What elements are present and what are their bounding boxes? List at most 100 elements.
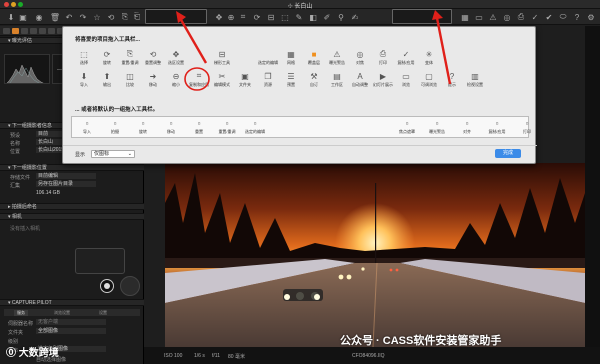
toolbar-item[interactable]: ⬇ 导入 bbox=[73, 71, 95, 91]
focus-icon[interactable]: ◎ bbox=[502, 12, 512, 22]
picker-icon[interactable]: ✐ bbox=[322, 12, 332, 22]
pan-icon[interactable]: ✥ bbox=[214, 12, 224, 22]
reset-icon[interactable]: ⟲ bbox=[106, 12, 116, 22]
copy-icon[interactable]: ⎘ bbox=[120, 12, 130, 22]
toolbar-item[interactable]: ⚒ 自订 bbox=[303, 71, 325, 91]
archive-select[interactable]: 另存在图片目录 bbox=[36, 181, 96, 187]
copy-apply-icon[interactable]: ✓ bbox=[530, 12, 540, 22]
toolbar-item[interactable]: ✳ 变体 bbox=[418, 49, 440, 69]
toolbar-item[interactable]: ▣ 文件夹 bbox=[234, 71, 256, 91]
folder-icon[interactable]: ▣ bbox=[18, 12, 28, 22]
toolbar-item[interactable]: ▥ 检视设置 bbox=[464, 71, 486, 91]
default-item-label: 导入 bbox=[83, 129, 91, 134]
viewer-icon[interactable]: ▭ bbox=[474, 12, 484, 22]
apply-icon[interactable]: ✔ bbox=[544, 12, 554, 22]
warning-icon[interactable]: ⚠ bbox=[488, 12, 498, 22]
toolbar-item[interactable]: ⊟ 梯形工具 bbox=[211, 49, 233, 69]
toolbar-item[interactable]: ☰ 预置 bbox=[280, 71, 302, 91]
toolbar-item[interactable]: ⌗ 复制和应用 bbox=[188, 71, 210, 91]
settings-icon[interactable]: ⚙ bbox=[586, 12, 596, 22]
print-icon[interactable]: ⎙ bbox=[516, 12, 526, 22]
undo-icon[interactable]: ↶ bbox=[64, 12, 74, 22]
section-next-location[interactable]: ▾ 下一组摄影位置 bbox=[0, 164, 144, 171]
section-camera[interactable]: ▾ 相机 bbox=[0, 213, 144, 220]
toolbar-item[interactable]: ▢ 可调浏览 bbox=[418, 71, 440, 91]
server-field[interactable]: 无客户端 bbox=[36, 319, 106, 325]
wb-picker-icon[interactable]: ⚲ bbox=[336, 12, 346, 22]
tab-capture[interactable] bbox=[12, 28, 19, 34]
toolbar-item-label: 选定的编辑 bbox=[258, 60, 278, 65]
toolbar-item[interactable]: ▶ 幻灯片展示 bbox=[372, 71, 394, 91]
help-icon[interactable]: ? bbox=[572, 12, 582, 22]
toolbar-item[interactable]: ✂ 编辑模式 bbox=[211, 71, 233, 91]
toolbar-item[interactable]: ❐ 资源 bbox=[257, 71, 279, 91]
keystone-icon: ⊟ bbox=[218, 49, 226, 59]
toolbar-item[interactable]: ◎ 对焦 bbox=[349, 49, 371, 69]
pilot-tab-browse[interactable]: 浏览设置 bbox=[54, 310, 70, 316]
zoom-icon[interactable]: ⊕ bbox=[226, 12, 236, 22]
tab-exposure[interactable] bbox=[39, 28, 46, 34]
toolbar-item[interactable]: ⟳ 旋转 bbox=[96, 49, 118, 69]
tab-color[interactable] bbox=[30, 28, 37, 34]
tab-details[interactable] bbox=[48, 28, 55, 34]
pilot-tab-server[interactable]: 服务 bbox=[14, 310, 28, 316]
edit-mode-icon: ✂ bbox=[218, 71, 226, 81]
pilot-tab-settings[interactable]: 设置 bbox=[99, 310, 107, 316]
capture-icon[interactable]: ◉ bbox=[34, 12, 44, 22]
import-icon[interactable]: ⬇ bbox=[6, 12, 16, 22]
default-toolbar-item: ▫ 曝光警告 bbox=[426, 118, 448, 138]
toolbar-item[interactable]: A 自动调整 bbox=[349, 71, 371, 91]
toolbar-item[interactable]: ✥ 选区设置 bbox=[165, 49, 187, 69]
show-mode-value: 仅图标 bbox=[94, 151, 110, 157]
crop-icon[interactable]: ⌗ bbox=[238, 12, 248, 22]
toolbar-drop-slot-right[interactable] bbox=[392, 9, 452, 24]
default-item-label: 焦点遮罩 bbox=[399, 129, 415, 134]
toolbar-item[interactable]: ⎙ 打印 bbox=[372, 49, 394, 69]
toolbar-item[interactable]: ⬚ 选择 bbox=[73, 49, 95, 69]
toolbar-item[interactable]: ◫ 比较 bbox=[119, 71, 141, 91]
grid-view-icon[interactable]: ▦ bbox=[460, 12, 470, 22]
rotate-icon[interactable]: ⟳ bbox=[252, 12, 262, 22]
toolbar-item[interactable]: ▦ 网格 bbox=[280, 49, 302, 69]
toolbar-item[interactable]: ▤ 工作区 bbox=[326, 71, 348, 91]
reset-adjust-icon: ⟲ bbox=[149, 49, 157, 59]
tab-lens[interactable] bbox=[21, 28, 28, 34]
default-toolbar-item: ▫ 焦点遮罩 bbox=[396, 118, 418, 138]
tab-library[interactable] bbox=[3, 28, 10, 34]
store-select[interactable]: 目前编辑 bbox=[36, 173, 96, 179]
toolbar-drop-slot-left[interactable] bbox=[145, 9, 207, 24]
annotate-icon[interactable]: ✍ bbox=[350, 12, 360, 22]
star-icon[interactable]: ☆ bbox=[92, 12, 102, 22]
keystone-icon[interactable]: ⊟ bbox=[266, 12, 276, 22]
show-mode-select[interactable]: 仅图标 ⌄ bbox=[91, 150, 135, 158]
toolbar-item[interactable]: ■ 覆盖层 bbox=[303, 49, 325, 69]
select-tool-icon[interactable]: ⬚ bbox=[280, 12, 290, 22]
file-select[interactable]: 全部图像 bbox=[36, 328, 106, 334]
section-capture-pilot[interactable]: ▾ CAPTURE PILOT bbox=[0, 299, 144, 306]
capture-button[interactable] bbox=[100, 279, 114, 293]
default-toolbar-set[interactable]: ▫ 导入 ▫ 拍摄 ▫ 旋转 ▫ 移动 ▫ 重置 ▫ 重置/重调 ▫ 选定的编辑 ▫ 焦点遮罩 ▫ 曝光警告 ▫ 对齐… bbox=[71, 116, 531, 138]
toolbar-item[interactable]: ⎘ 重置/重调 bbox=[119, 49, 141, 69]
toolbar-item[interactable]: 选定的编辑 bbox=[257, 49, 279, 69]
live-view-button[interactable] bbox=[120, 276, 140, 296]
photo-viewer[interactable] bbox=[165, 163, 585, 347]
toolbar-item[interactable] bbox=[188, 49, 210, 69]
toolbar-item[interactable]: ▭ 浏览 bbox=[395, 71, 417, 91]
toolbar-item[interactable]: ⊖ 缩小 bbox=[165, 71, 187, 91]
toolbar-item[interactable]: ➜ 移动 bbox=[142, 71, 164, 91]
paste-icon[interactable]: ⎗ bbox=[132, 12, 142, 22]
section-naming[interactable]: ▸ 拍摄后命名 bbox=[0, 203, 144, 210]
brush-icon[interactable]: ✎ bbox=[294, 12, 304, 22]
toolbar-item[interactable]: ✓ 复制/应用 bbox=[395, 49, 417, 69]
toolbar-item[interactable]: ⬆ 输出 bbox=[96, 71, 118, 91]
done-button[interactable]: 完成 bbox=[495, 149, 521, 158]
toolbar-item[interactable]: ⟲ 重置调整 bbox=[142, 49, 164, 69]
toolbar-item[interactable]: ⚠ 曝光警告 bbox=[326, 49, 348, 69]
toolbar-item[interactable]: ? 提示 bbox=[441, 71, 463, 91]
right-scrollbar[interactable] bbox=[585, 26, 600, 347]
toolbar-item[interactable] bbox=[234, 49, 256, 69]
trash-icon[interactable]: 🗑 bbox=[50, 12, 60, 22]
redo-icon[interactable]: ↷ bbox=[78, 12, 88, 22]
loupe-icon[interactable]: ⬭ bbox=[558, 12, 568, 22]
eraser-icon[interactable]: ◧ bbox=[308, 12, 318, 22]
